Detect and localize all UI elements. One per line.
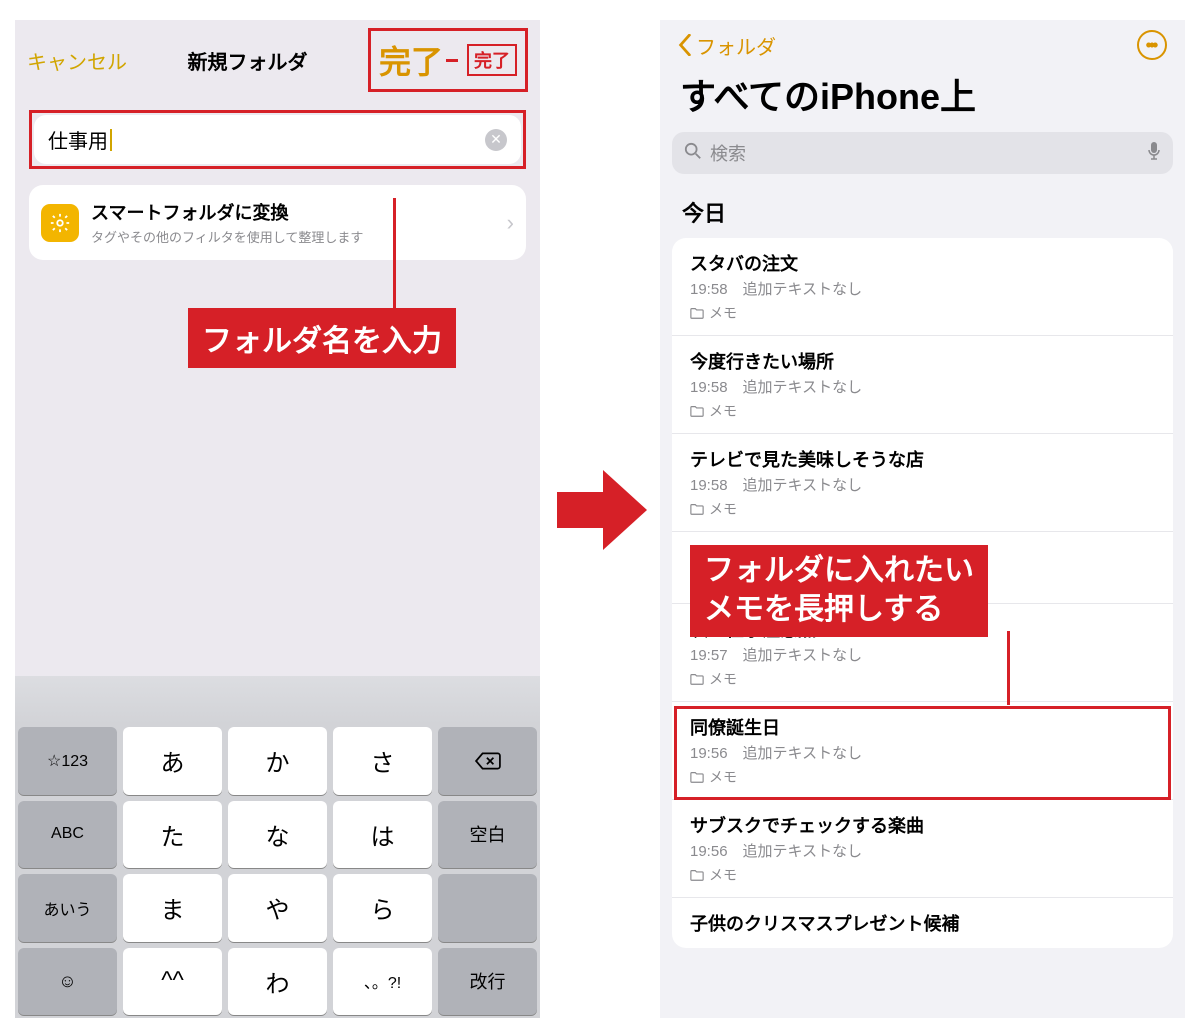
key-space[interactable]: 空白 [438, 801, 537, 869]
note-item[interactable]: サブスクでチェックする楽曲 19:56 追加テキストなし メモ [672, 800, 1173, 898]
gear-icon [41, 204, 79, 242]
folder-name-input[interactable]: 仕事用 ✕ [34, 115, 521, 164]
key-backspace-icon[interactable] [438, 727, 537, 795]
done-annotation-box: 完了 完了 [368, 28, 528, 92]
folder-name-value: 仕事用 [48, 125, 112, 154]
chevron-left-icon [678, 34, 692, 56]
text-cursor [110, 129, 112, 151]
note-item[interactable]: テレビで見た美味しそうな店 19:58 追加テキストなし メモ [672, 434, 1173, 532]
key-wa[interactable]: わ [228, 948, 327, 1016]
note-title: テレビで見た美味しそうな店 [690, 446, 1155, 472]
key-ra[interactable]: ら [333, 874, 432, 942]
note-item[interactable]: 同僚誕生日 19:56 追加テキストなし メモ [672, 702, 1173, 800]
note-sub: 19:58 追加テキストなし [690, 376, 1155, 397]
search-input[interactable]: 検索 [672, 132, 1173, 174]
key-ya[interactable]: や [228, 874, 327, 942]
note-sub: 19:56 追加テキストなし [690, 742, 1155, 763]
key-emoji-icon[interactable]: ☺ [18, 948, 117, 1016]
page-title: すべてのiPhone上 [660, 66, 1185, 128]
arrow-icon [557, 470, 647, 550]
key-dakuten[interactable]: ^^ [123, 948, 222, 1016]
note-folder: メモ [690, 669, 1155, 689]
convert-to-smart-folder[interactable]: スマートフォルダに変換 タグやその他のフィルタを使用して整理します › [29, 185, 526, 260]
done-annotation-label: 完了 [467, 44, 517, 76]
key-mode-abc[interactable]: ABC [18, 801, 117, 869]
key-mode-num[interactable]: ☆123 [18, 727, 117, 795]
search-icon [684, 142, 702, 165]
note-item[interactable]: 今度行きたい場所 19:58 追加テキストなし メモ [672, 336, 1173, 434]
note-title: 今度行きたい場所 [690, 348, 1155, 374]
smart-folder-sub: タグやその他のフィルタを使用して整理します [91, 227, 507, 246]
note-folder: メモ [690, 865, 1155, 885]
chevron-right-icon: › [507, 210, 514, 236]
note-item[interactable]: スタバの注文 19:58 追加テキストなし メモ [672, 238, 1173, 336]
more-button[interactable]: ••• [1137, 30, 1167, 60]
cancel-button[interactable]: キャンセル [27, 46, 127, 75]
key-ta[interactable]: た [123, 801, 222, 869]
note-folder: メモ [690, 303, 1155, 323]
nr-header: フォルダ ••• [660, 20, 1185, 66]
back-button[interactable]: フォルダ [678, 31, 776, 60]
key-ha[interactable]: は [333, 801, 432, 869]
key-return-top[interactable] [438, 874, 537, 942]
callout-folder-name: フォルダ名を入力 [188, 308, 526, 368]
annotation-connector [446, 59, 458, 62]
smart-folder-title: スマートフォルダに変換 [91, 199, 507, 225]
japanese-keyboard[interactable]: ☆123 あ か さ ABC た な は 空白 あいう ま や ら [15, 724, 540, 1018]
note-sub: 19:58 追加テキストなし [690, 278, 1155, 299]
key-na[interactable]: な [228, 801, 327, 869]
key-punct[interactable]: 、。?! [333, 948, 432, 1016]
key-ma[interactable]: ま [123, 874, 222, 942]
key-ka[interactable]: か [228, 727, 327, 795]
key-sa[interactable]: さ [333, 727, 432, 795]
search-placeholder: 検索 [710, 140, 1147, 166]
note-folder: メモ [690, 499, 1155, 519]
section-today: 今日 [660, 184, 1185, 238]
phone-new-folder: キャンセル 新規フォルダ 完了 完了 仕事用 ✕ スマートフォルダに変換 タグや… [15, 20, 540, 1018]
keyboard-suggestion-bar[interactable] [15, 676, 540, 724]
note-sub: 19:58 追加テキストなし [690, 474, 1155, 495]
phone-notes-list: フォルダ ••• すべてのiPhone上 検索 今日 スタバの注文 19:58 … [660, 20, 1185, 1018]
mic-icon[interactable] [1147, 141, 1161, 166]
nf-header: キャンセル 新規フォルダ 完了 完了 [15, 20, 540, 104]
note-sub: 19:56 追加テキストなし [690, 840, 1155, 861]
key-return[interactable]: 改行 [438, 948, 537, 1016]
key-mode-kana[interactable]: あいう [18, 874, 117, 942]
note-title: サブスクでチェックする楽曲 [690, 812, 1155, 838]
note-title: 子供のクリスマスプレゼント候補 [690, 910, 1155, 936]
note-title: スタバの注文 [690, 250, 1155, 276]
note-folder: メモ [690, 401, 1155, 421]
nf-title: 新規フォルダ [187, 46, 307, 75]
note-sub: 19:57 追加テキストなし [690, 644, 1155, 665]
callout-long-press: フォルダに入れたいメモを長押しする [690, 545, 1155, 637]
done-button[interactable]: 完了 [379, 37, 443, 83]
note-item[interactable]: 子供のクリスマスプレゼント候補 [672, 898, 1173, 948]
folder-name-field-highlight: 仕事用 ✕ [29, 110, 526, 169]
note-folder: メモ [690, 767, 1155, 787]
key-a[interactable]: あ [123, 727, 222, 795]
clear-text-icon[interactable]: ✕ [485, 129, 507, 151]
note-title: 同僚誕生日 [690, 714, 1155, 740]
